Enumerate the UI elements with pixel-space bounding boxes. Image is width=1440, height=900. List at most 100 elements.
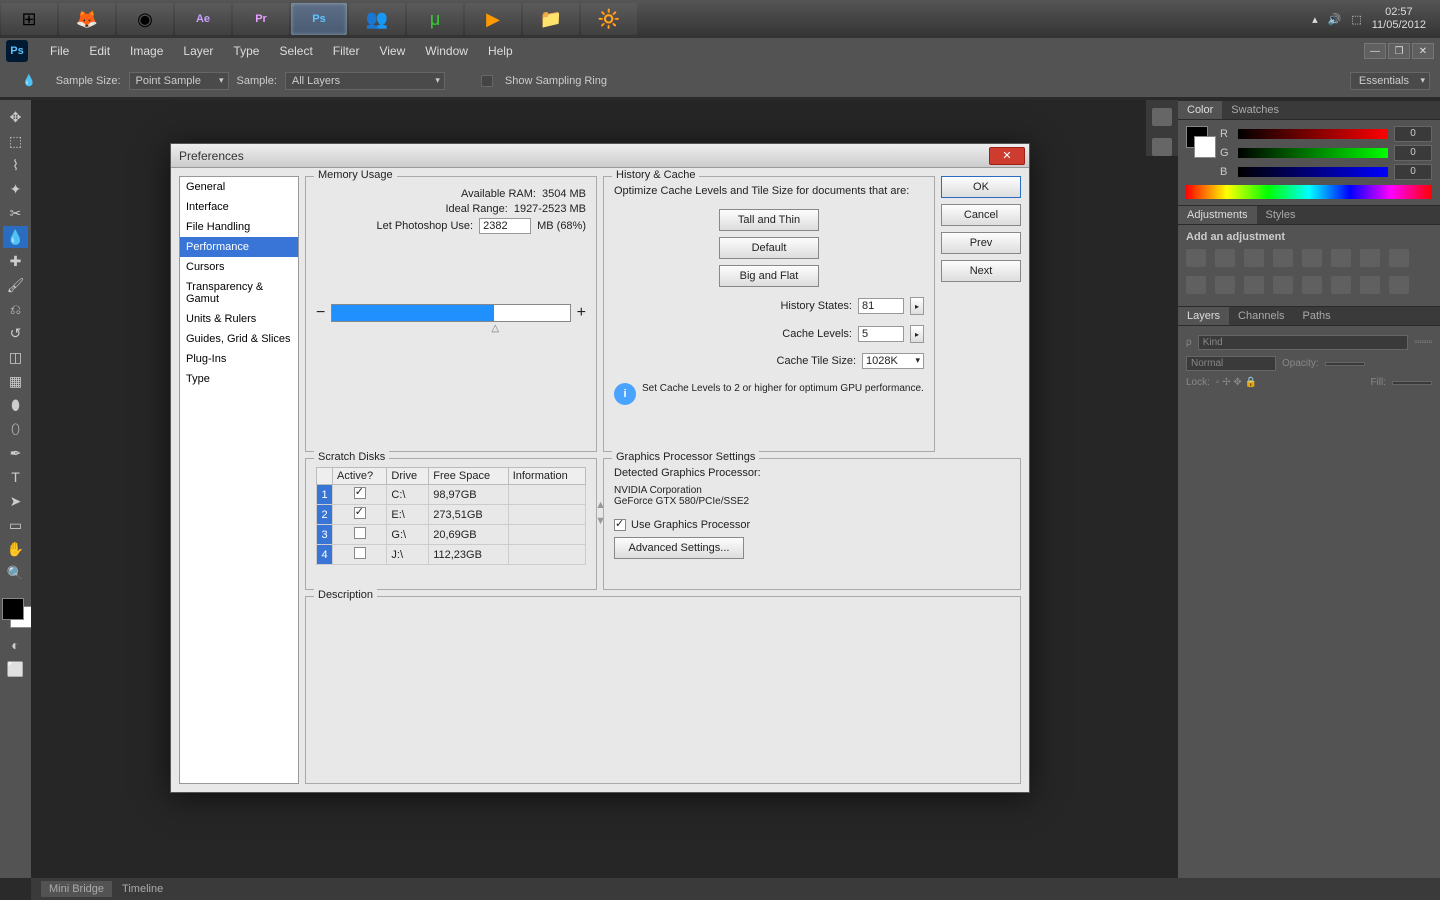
layer-filter-dropdown[interactable]: Kind [1198, 335, 1409, 350]
history-states-input[interactable]: 81 [858, 298, 904, 314]
history-states-spinner[interactable]: ▸ [910, 297, 924, 315]
zoom-tool[interactable]: 🔍 [3, 562, 28, 584]
scratch-row[interactable]: 4J:\112,23GB [317, 545, 586, 565]
cache-tile-dropdown[interactable]: 1028K [862, 353, 924, 369]
screenmode-tool[interactable]: ⬜ [3, 658, 28, 680]
pref-category-units-rulers[interactable]: Units & Rulers [180, 309, 298, 329]
tray-volume-icon[interactable]: 🔊 [1328, 13, 1342, 26]
marquee-tool[interactable]: ⬚ [3, 130, 28, 152]
menu-image[interactable]: Image [120, 44, 173, 58]
taskbar-app[interactable]: 🔆 [581, 3, 637, 35]
adj-icon[interactable] [1389, 276, 1409, 294]
pref-category-interface[interactable]: Interface [180, 197, 298, 217]
adj-icon[interactable] [1360, 276, 1380, 294]
opacity-input[interactable] [1325, 362, 1365, 366]
scratch-active-checkbox[interactable] [354, 487, 366, 499]
dodge-tool[interactable]: ⬯ [3, 418, 28, 440]
menu-type[interactable]: Type [223, 44, 269, 58]
eraser-tool[interactable]: ◫ [3, 346, 28, 368]
tab-color[interactable]: Color [1178, 101, 1222, 119]
workspace-dropdown[interactable]: Essentials [1350, 72, 1430, 90]
big-flat-button[interactable]: Big and Flat [719, 265, 819, 287]
menu-view[interactable]: View [369, 44, 415, 58]
stamp-tool[interactable]: ⎌ [3, 298, 28, 320]
adj-icon[interactable] [1331, 276, 1351, 294]
scratch-row[interactable]: 3G:\20,69GB [317, 525, 586, 545]
eyedropper-tool[interactable]: 💧 [3, 226, 28, 248]
blend-mode-dropdown[interactable]: Normal [1186, 356, 1276, 371]
path-select-tool[interactable]: ➤ [3, 490, 28, 512]
taskbar-utorrent[interactable]: μ [407, 3, 463, 35]
window-minimize-button[interactable]: — [1364, 43, 1386, 59]
sample-size-dropdown[interactable]: Point Sample [129, 72, 229, 90]
quickmask-tool[interactable]: ◐ [3, 634, 28, 656]
menu-help[interactable]: Help [478, 44, 523, 58]
cache-levels-input[interactable]: 5 [858, 326, 904, 342]
tray-clock[interactable]: 02:57 11/05/2012 [1372, 6, 1426, 32]
taskbar-chrome[interactable]: ◉ [117, 3, 173, 35]
g-slider[interactable] [1238, 148, 1388, 158]
blur-tool[interactable]: ⬮ [3, 394, 28, 416]
menu-filter[interactable]: Filter [323, 44, 370, 58]
memory-slider[interactable]: △ [331, 304, 570, 322]
pref-category-file-handling[interactable]: File Handling [180, 217, 298, 237]
gpu-advanced-button[interactable]: Advanced Settings... [614, 537, 744, 559]
prev-button[interactable]: Prev [941, 232, 1021, 254]
scratch-active-checkbox[interactable] [354, 547, 366, 559]
next-button[interactable]: Next [941, 260, 1021, 282]
foreground-swatch[interactable] [2, 598, 24, 620]
adj-icon[interactable] [1302, 276, 1322, 294]
scratch-row[interactable]: 2E:\273,51GB [317, 505, 586, 525]
sample-dropdown[interactable]: All Layers [285, 72, 445, 90]
color-ramp[interactable] [1186, 185, 1432, 199]
crop-tool[interactable]: ✂ [3, 202, 28, 224]
adj-icon[interactable] [1331, 249, 1351, 267]
pen-tool[interactable]: ✒ [3, 442, 28, 464]
hand-tool[interactable]: ✋ [3, 538, 28, 560]
taskbar-pr[interactable]: Pr [233, 3, 289, 35]
tray-network-icon[interactable]: ⬚ [1351, 13, 1361, 26]
tab-mini-bridge[interactable]: Mini Bridge [41, 881, 112, 897]
window-close-button[interactable]: ✕ [1412, 43, 1434, 59]
window-restore-button[interactable]: ❐ [1388, 43, 1410, 59]
tab-styles[interactable]: Styles [1257, 206, 1305, 224]
g-value[interactable]: 0 [1394, 145, 1432, 161]
history-brush-tool[interactable]: ↺ [3, 322, 28, 344]
tab-layers[interactable]: Layers [1178, 307, 1229, 325]
adj-icon[interactable] [1244, 276, 1264, 294]
b-slider[interactable] [1238, 167, 1388, 177]
slider-plus-button[interactable]: + [577, 304, 586, 322]
adj-icon[interactable] [1215, 249, 1235, 267]
dialog-titlebar[interactable]: Preferences ✕ [171, 144, 1029, 168]
taskbar-ae[interactable]: Ae [175, 3, 231, 35]
adj-icon[interactable] [1302, 249, 1322, 267]
tab-timeline[interactable]: Timeline [114, 881, 171, 897]
tab-channels[interactable]: Channels [1229, 307, 1293, 325]
cache-levels-spinner[interactable]: ▸ [910, 325, 924, 343]
fill-input[interactable] [1392, 381, 1432, 385]
collapsed-panel-icon[interactable] [1152, 108, 1172, 126]
ok-button[interactable]: OK [941, 176, 1021, 198]
taskbar-msn[interactable]: 👥 [349, 3, 405, 35]
scratch-active-checkbox[interactable] [354, 507, 366, 519]
pref-category-guides-grid-slices[interactable]: Guides, Grid & Slices [180, 329, 298, 349]
system-tray[interactable]: ▴ 🔊 ⬚ 02:57 11/05/2012 [1312, 6, 1440, 32]
use-gpu-checkbox[interactable] [614, 519, 626, 531]
lasso-tool[interactable]: ⌇ [3, 154, 28, 176]
default-cache-button[interactable]: Default [719, 237, 819, 259]
menu-file[interactable]: File [40, 44, 79, 58]
scratch-disks-table[interactable]: Active? Drive Free Space Information 1C:… [316, 467, 586, 565]
r-value[interactable]: 0 [1394, 126, 1432, 142]
heal-tool[interactable]: ✚ [3, 250, 28, 272]
dialog-close-button[interactable]: ✕ [989, 147, 1025, 165]
adj-icon[interactable] [1360, 249, 1380, 267]
menu-select[interactable]: Select [269, 44, 322, 58]
r-slider[interactable] [1238, 129, 1388, 139]
tray-show-hidden-icon[interactable]: ▴ [1312, 13, 1318, 26]
brush-tool[interactable]: 🖌 [3, 274, 28, 296]
color-bg-swatch[interactable] [1194, 136, 1216, 158]
adj-icon[interactable] [1215, 276, 1235, 294]
move-tool[interactable]: ✥ [3, 106, 28, 128]
taskbar-firefox[interactable]: 🦊 [59, 3, 115, 35]
pref-category-performance[interactable]: Performance [180, 237, 298, 257]
